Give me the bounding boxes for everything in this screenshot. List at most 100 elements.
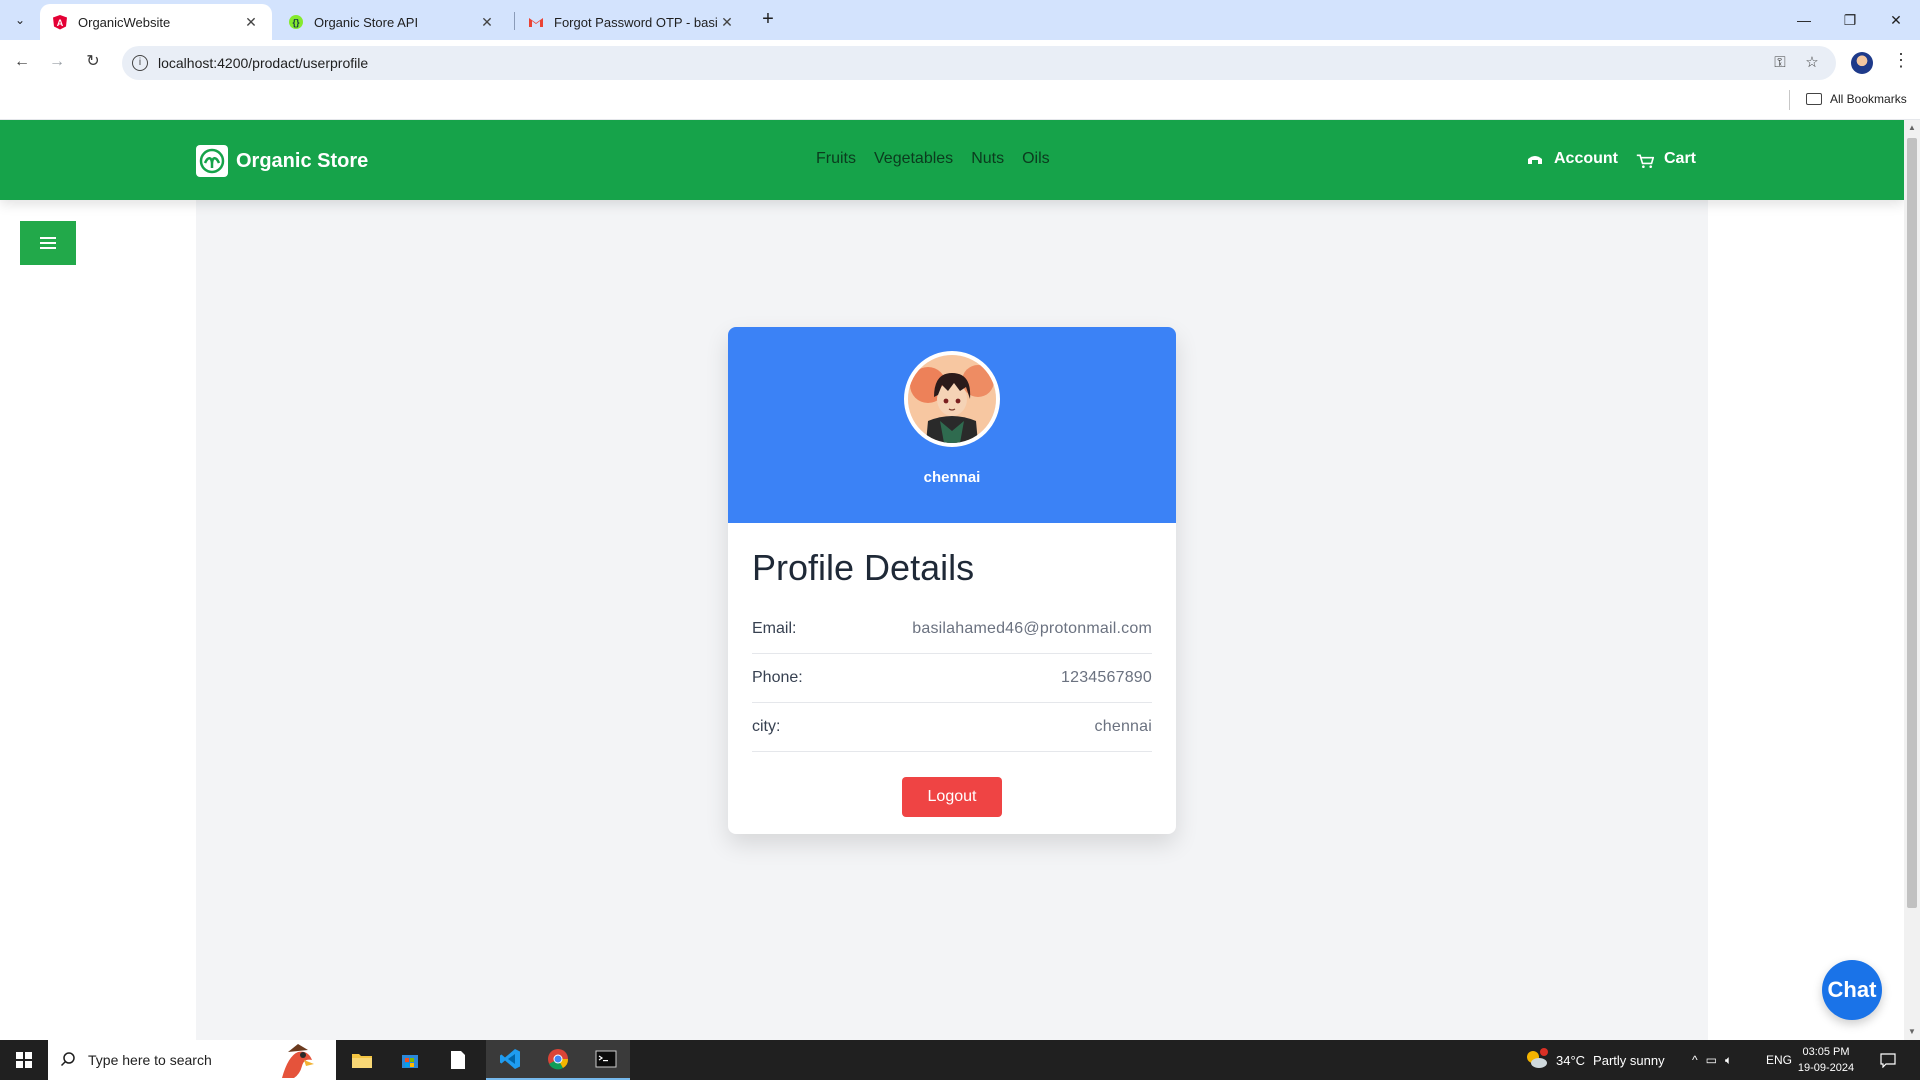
browser-menu-icon[interactable]: ⋮ xyxy=(1892,50,1910,71)
browser-toolbar: ← → ↻ i localhost:4200/prodact/userprofi… xyxy=(0,40,1920,84)
weather-text: Partly sunny xyxy=(1593,1052,1665,1068)
nav-actions: Account Cart xyxy=(1526,150,1696,169)
site-navbar: Organic Store Fruits Vegetables Nuts Oil… xyxy=(0,120,1904,200)
language-indicator[interactable]: ENG xyxy=(1766,1040,1792,1080)
windows-logo-icon xyxy=(16,1052,32,1068)
sidebar-toggle-button[interactable] xyxy=(20,221,76,265)
tab-title: Organic Store API xyxy=(314,14,419,30)
weather-temp: 34°C xyxy=(1556,1052,1586,1068)
close-icon[interactable]: ✕ xyxy=(478,14,496,31)
nav-link-nuts[interactable]: Nuts xyxy=(971,150,1004,168)
logout-button[interactable]: Logout xyxy=(902,777,1002,817)
category-nav: Fruits Vegetables Nuts Oils xyxy=(816,150,1050,168)
folder-icon xyxy=(1806,93,1822,105)
search-icon xyxy=(60,1051,76,1070)
tab-title: OrganicWebsite xyxy=(78,14,171,30)
tab-organic-store-api[interactable]: {} Organic Store API ✕ xyxy=(276,4,508,40)
email-row: Email: basilahamed46@protonmail.com xyxy=(752,605,1152,654)
cart-label: Cart xyxy=(1663,150,1696,167)
bookmarks-separator xyxy=(1789,90,1790,110)
tab-organic-website[interactable]: A OrganicWebsite ✕ xyxy=(40,4,272,40)
back-button[interactable]: ← xyxy=(10,50,34,74)
all-bookmarks-button[interactable]: All Bookmarks xyxy=(1806,92,1907,106)
notifications-icon[interactable] xyxy=(1876,1040,1900,1080)
page-viewport: Organic Store Fruits Vegetables Nuts Oil… xyxy=(0,120,1920,1040)
svg-text:A: A xyxy=(57,18,64,28)
volume-icon[interactable]: 🔈︎ xyxy=(1725,1053,1732,1068)
profile-card: chennai Profile Details Email: basilaham… xyxy=(728,327,1176,834)
address-bar[interactable]: i localhost:4200/prodact/userprofile ⚿ ☆ xyxy=(122,46,1836,80)
account-icon xyxy=(1526,152,1544,166)
clock-time: 03:05 PM xyxy=(1802,1046,1850,1058)
leaf-logo-icon xyxy=(196,145,228,177)
chrome-icon[interactable] xyxy=(534,1040,582,1080)
restore-button[interactable]: ❐ xyxy=(1830,8,1870,32)
gmail-icon xyxy=(528,14,544,30)
windows-taskbar: Type here to search 34°C Partly sunny ^ … xyxy=(0,1040,1920,1080)
nav-link-oils[interactable]: Oils xyxy=(1022,150,1050,168)
scroll-up-icon[interactable]: ▲ xyxy=(1904,120,1920,136)
clock-date: 19-09-2024 xyxy=(1797,1062,1855,1074)
forward-button[interactable]: → xyxy=(45,50,69,74)
page-scrollbar[interactable]: ▲ ▼ xyxy=(1904,120,1920,1040)
tab-title: Forgot Password OTP - basilahamed46@prot… xyxy=(554,14,718,30)
tab-separator xyxy=(514,12,515,30)
search-highlight-icon xyxy=(274,1042,320,1083)
weather-icon xyxy=(1524,1047,1548,1073)
profile-title: Profile Details xyxy=(752,547,975,588)
bookmark-star-icon[interactable]: ☆ xyxy=(1802,53,1822,73)
city-value: chennai xyxy=(1094,718,1152,735)
cart-link[interactable]: Cart xyxy=(1636,150,1696,169)
bookmarks-bar: All Bookmarks xyxy=(0,84,1920,120)
start-button[interactable] xyxy=(0,1040,48,1080)
email-label: Email: xyxy=(752,620,797,637)
url-text[interactable]: localhost:4200/prodact/userprofile xyxy=(158,55,368,71)
phone-label: Phone: xyxy=(752,669,803,686)
new-tab-button[interactable]: + xyxy=(756,8,780,32)
taskbar-search[interactable]: Type here to search xyxy=(48,1040,336,1080)
search-placeholder: Type here to search xyxy=(88,1052,212,1068)
close-icon[interactable]: ✕ xyxy=(718,14,736,31)
file-explorer-icon[interactable] xyxy=(338,1040,386,1080)
angular-icon: A xyxy=(52,14,68,30)
profile-card-body: Profile Details Email: basilahamed46@pro… xyxy=(728,523,1176,817)
browser-tabstrip: ⌄ A OrganicWebsite ✕ {} Organic Store AP… xyxy=(0,0,1920,40)
nav-link-vegetables[interactable]: Vegetables xyxy=(874,150,953,168)
scrollbar-thumb[interactable] xyxy=(1907,138,1917,908)
user-avatar xyxy=(904,351,1000,447)
clock[interactable]: 03:05 PM 19-09-2024 xyxy=(1796,1044,1856,1076)
site-info-icon[interactable]: i xyxy=(132,55,148,71)
cart-icon xyxy=(1636,152,1654,169)
profile-card-header: chennai xyxy=(728,327,1176,523)
scroll-down-icon[interactable]: ▼ xyxy=(1904,1024,1920,1040)
brand-link[interactable]: Organic Store xyxy=(196,145,368,177)
close-icon[interactable]: ✕ xyxy=(242,14,260,31)
tab-forgot-password[interactable]: Forgot Password OTP - basilahamed46@prot… xyxy=(516,4,748,40)
phone-value: 1234567890 xyxy=(1061,669,1152,686)
minimize-button[interactable]: — xyxy=(1784,8,1824,32)
chevron-up-icon[interactable]: ^ xyxy=(1692,1053,1698,1067)
weather-widget[interactable]: 34°C Partly sunny xyxy=(1524,1040,1665,1080)
hamburger-icon xyxy=(40,242,56,244)
browser-profile-avatar[interactable] xyxy=(1851,52,1873,74)
terminal-icon[interactable] xyxy=(582,1040,630,1080)
account-link[interactable]: Account xyxy=(1526,150,1618,168)
nav-link-fruits[interactable]: Fruits xyxy=(816,150,856,168)
all-bookmarks-label: All Bookmarks xyxy=(1830,92,1907,106)
password-key-icon[interactable]: ⚿ xyxy=(1770,53,1790,73)
notepad-icon[interactable] xyxy=(434,1040,482,1080)
profile-name: chennai xyxy=(923,469,981,486)
reload-button[interactable]: ↻ xyxy=(81,50,105,74)
city-row: city: chennai xyxy=(752,703,1152,752)
tab-search-dropdown[interactable]: ⌄ xyxy=(8,8,32,32)
api-icon: {} xyxy=(288,14,304,30)
svg-text:{}: {} xyxy=(292,18,300,28)
vscode-icon[interactable] xyxy=(486,1040,534,1080)
brand-name: Organic Store xyxy=(236,149,369,172)
network-icon[interactable]: ▭ xyxy=(1706,1053,1717,1067)
chat-button[interactable]: Chat xyxy=(1822,960,1882,1020)
account-label: Account xyxy=(1553,150,1618,167)
window-close-button[interactable]: ✕ xyxy=(1876,8,1916,32)
microsoft-store-icon[interactable] xyxy=(386,1040,434,1080)
city-label: city: xyxy=(752,718,781,735)
